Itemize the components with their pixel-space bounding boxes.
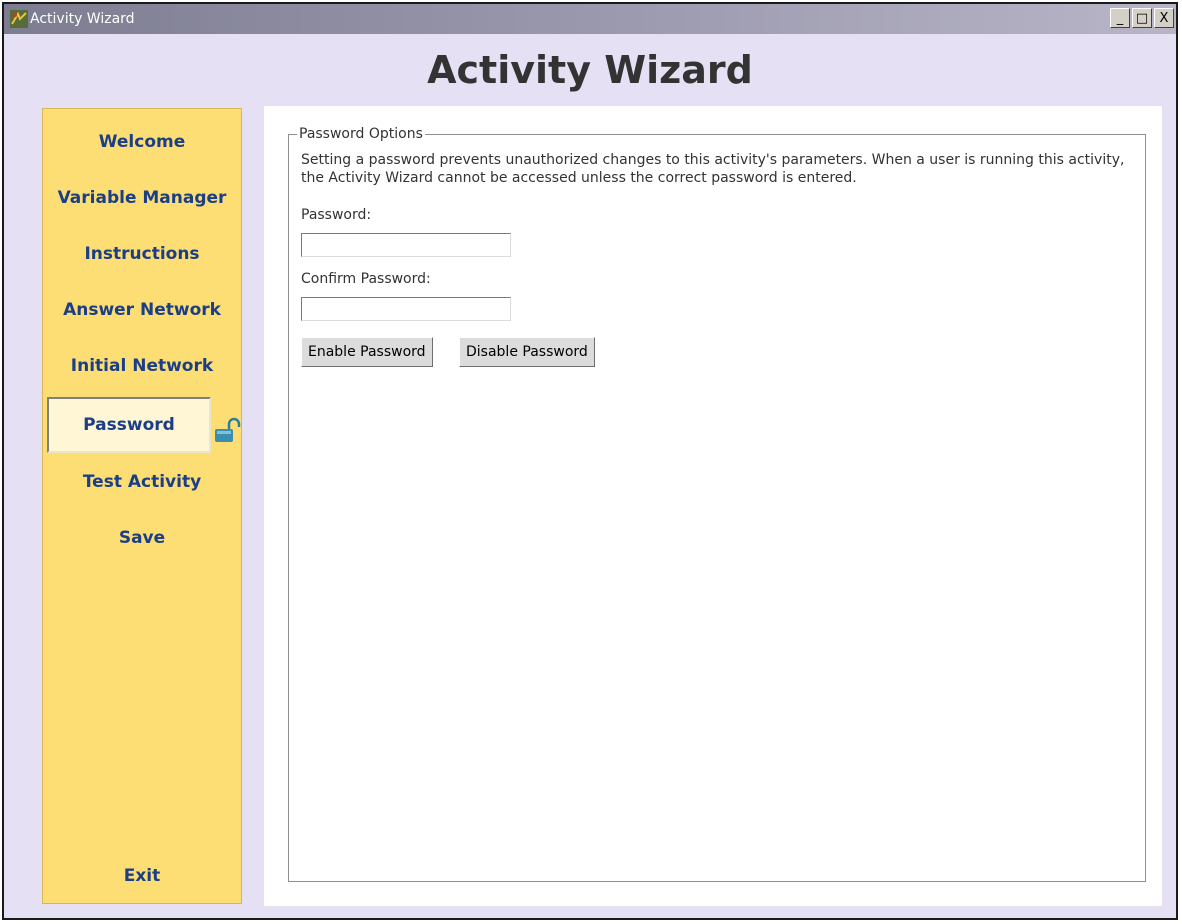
password-input[interactable] — [301, 233, 511, 257]
main-content-panel: Password Options Setting a password prev… — [264, 106, 1162, 906]
password-options-group: Password Options Setting a password prev… — [288, 126, 1146, 882]
sidebar-item-save[interactable]: Save — [43, 521, 241, 555]
window-title: Activity Wizard — [30, 11, 135, 27]
password-label: Password: — [301, 207, 372, 223]
maximize-button[interactable]: □ — [1132, 8, 1152, 28]
sidebar-item-welcome[interactable]: Welcome — [43, 125, 241, 159]
close-button[interactable]: X — [1154, 8, 1174, 28]
sidebar-item-test-activity[interactable]: Test Activity — [43, 465, 241, 499]
sidebar-item-instructions[interactable]: Instructions — [43, 237, 241, 271]
sidebar-item-password[interactable]: Password — [47, 397, 211, 453]
sidebar-nav: Welcome Variable Manager Instructions An… — [42, 108, 242, 904]
sidebar-item-initial-network[interactable]: Initial Network — [43, 349, 241, 383]
enable-password-button[interactable]: Enable Password — [301, 337, 433, 367]
page-title: Activity Wizard — [427, 48, 753, 92]
minimize-button[interactable]: _ — [1110, 8, 1130, 28]
sidebar-item-variable-manager[interactable]: Variable Manager — [43, 181, 241, 215]
confirm-password-label: Confirm Password: — [301, 271, 431, 287]
sidebar-item-answer-network[interactable]: Answer Network — [43, 293, 241, 327]
window-controls: _ □ X — [1110, 8, 1174, 28]
app-icon — [10, 10, 28, 28]
exit-button[interactable]: Exit — [43, 859, 241, 893]
lock-open-icon — [215, 417, 241, 442]
password-options-legend: Password Options — [297, 126, 425, 142]
confirm-password-input[interactable] — [301, 297, 511, 321]
disable-password-button[interactable]: Disable Password — [459, 337, 595, 367]
title-bar[interactable]: Activity Wizard _ □ X — [4, 4, 1176, 34]
password-description: Setting a password prevents unauthorized… — [301, 152, 1125, 186]
activity-wizard-window: Activity Wizard _ □ X Activity Wizard We… — [2, 2, 1178, 920]
